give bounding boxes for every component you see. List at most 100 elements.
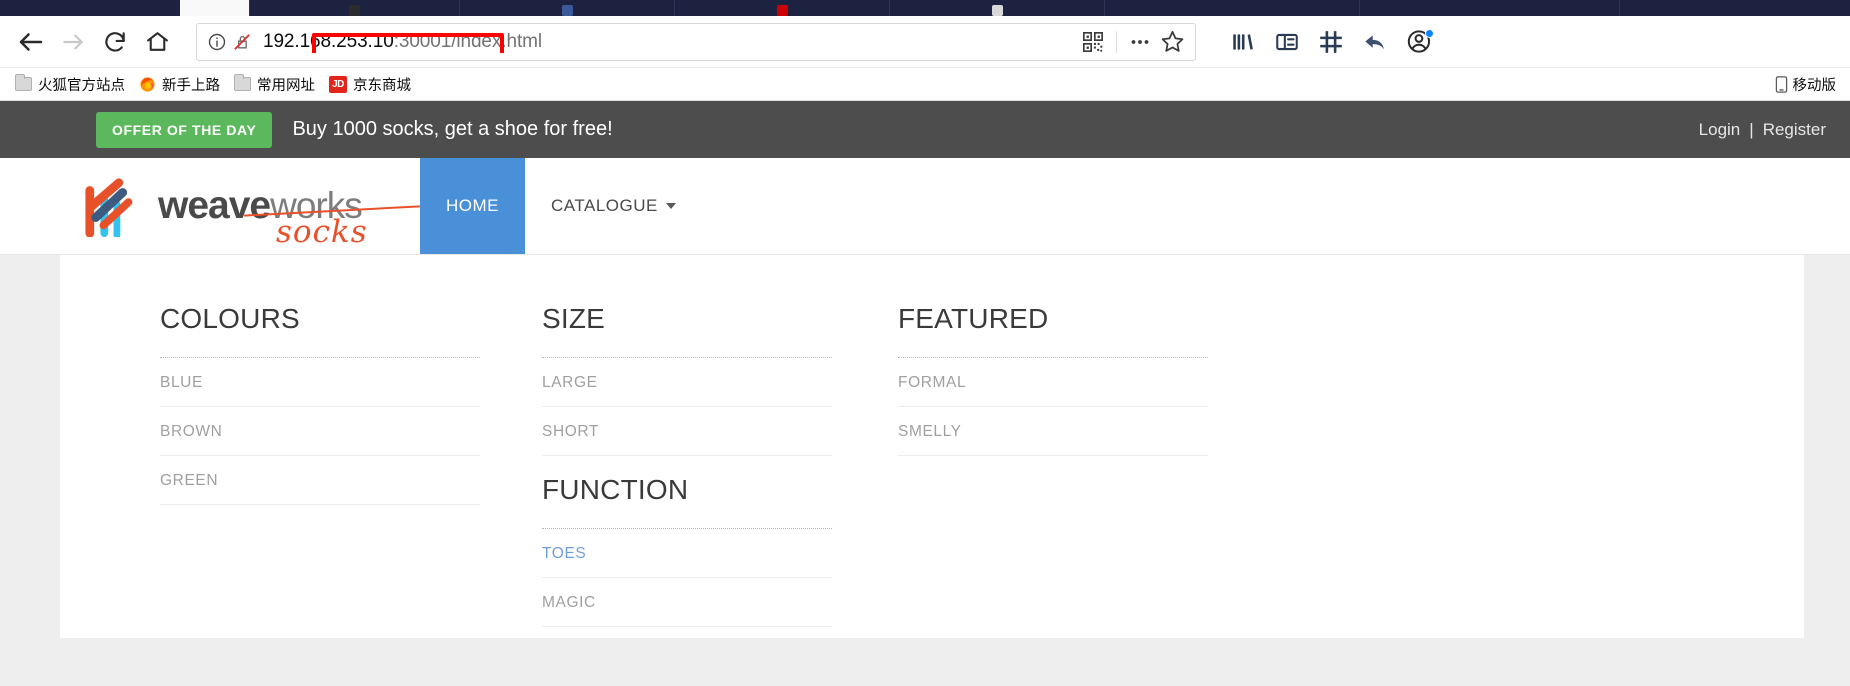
url-action-buttons [1078,27,1187,57]
firefox-icon [140,76,155,92]
chevron-down-icon [665,203,676,209]
nav-tab-catalogue[interactable]: CATALOGUE [525,158,702,254]
forward-button[interactable] [52,21,94,63]
back-button[interactable] [10,21,52,63]
browser-tab-3[interactable] [460,0,675,16]
home-icon [146,32,168,51]
browser-tab-2[interactable] [250,0,460,16]
library-icon [1233,33,1253,50]
auth-separator: | [1749,119,1754,139]
browser-toolbar: 192.168.253.10:30001/index.html [0,16,1850,68]
category-item-smelly[interactable]: SMELLY [898,407,1208,456]
bookmark-label: 常用网址 [257,77,315,94]
screenshot-icon [1320,30,1342,53]
bookmark-item-jd[interactable]: JD 京东商城 [322,71,418,98]
tab-strip-padding [0,0,180,16]
sidebar-button[interactable] [1268,23,1306,61]
browser-tab-4[interactable] [675,0,890,16]
nav-tab-home[interactable]: HOME [420,158,525,254]
bookmark-label: 火狐官方站点 [38,77,125,94]
url-port: :30001 [393,30,452,52]
bookmark-label: 新手上路 [162,77,220,94]
mobile-icon [1775,75,1787,93]
category-item-brown[interactable]: BROWN [160,407,480,456]
auth-links: Login | Register [1699,120,1826,140]
bookmark-label: 京东商城 [353,77,411,94]
bookmark-star-icon [1161,31,1183,52]
url-action-divider [1116,30,1117,53]
content-background: COLOURS BLUE BROWN GREEN SIZE LARGE SHOR… [0,255,1850,686]
web-page: OFFER OF THE DAY Buy 1000 socks, get a s… [0,101,1850,686]
category-item-large[interactable]: LARGE [542,358,832,407]
sidebar-icon [1276,33,1298,50]
register-link[interactable]: Register [1763,120,1826,140]
forward-arrow-icon [63,33,83,50]
bookmark-item-getting-started[interactable]: 新手上路 [132,71,227,98]
bookmark-item-common-sites[interactable]: 常用网址 [227,71,322,98]
category-column-colours: COLOURS BLUE BROWN GREEN [120,303,520,638]
tab-favicon-icon [991,4,1003,16]
category-item-formal[interactable]: FORMAL [898,358,1208,407]
screenshot-button[interactable] [1312,23,1350,61]
broken-lock-icon [234,33,250,50]
category-column-size: SIZE LARGE SHORT FUNCTION TOES MAGIC [502,303,872,638]
category-item-blue[interactable]: BLUE [160,358,480,407]
brand-logo[interactable]: weaveworks socks [0,158,420,254]
category-item-magic[interactable]: MAGIC [542,578,832,627]
category-item-toes[interactable]: TOES [542,529,832,578]
identity-box[interactable] [205,32,259,52]
bookmark-item-mobile[interactable]: 移动版 [1775,74,1843,95]
category-panel: COLOURS BLUE BROWN GREEN SIZE LARGE SHOR… [60,255,1804,638]
category-column-featured: FEATURED FORMAL SMELLY [858,303,1248,638]
page-actions-button[interactable] [1125,27,1155,57]
login-link[interactable]: Login [1699,120,1741,140]
brand-wordmark: weaveworks socks [158,184,420,250]
logo-socks: socks [276,214,368,250]
home-button[interactable] [136,21,178,63]
url-host: 192.168.253.10 [263,30,394,52]
url-path: /index.html [451,30,542,52]
tab-favicon-icon [776,4,788,16]
sync-back-icon [1364,35,1384,50]
url-text[interactable]: 192.168.253.10:30001/index.html [259,31,1078,53]
browser-tab-active[interactable] [180,0,250,16]
category-item-short[interactable]: SHORT [542,407,832,456]
tab-favicon-icon [349,4,360,16]
weaveworks-logo-icon [85,178,133,237]
browser-tab-7[interactable] [1360,0,1620,16]
offer-badge: OFFER OF THE DAY [96,111,273,148]
category-title-size: SIZE [542,303,832,358]
qr-code-button[interactable] [1078,27,1108,57]
bookmark-label: 移动版 [1792,77,1837,94]
toolbar-right-icons [1224,23,1438,61]
back-arrow-icon [19,32,43,51]
reload-button[interactable] [94,21,136,63]
offer-text: Buy 1000 socks, get a shoe for free! [292,118,613,140]
reload-icon [105,31,125,52]
tab-favicon-icon [561,4,573,16]
browser-tab-5[interactable] [890,0,1105,16]
category-title-function: FUNCTION [542,474,832,529]
logo-weave: weave [158,184,271,227]
page-actions-icon [1131,39,1149,44]
jd-icon: JD [329,75,347,93]
account-button[interactable] [1400,23,1438,61]
info-icon [208,33,226,50]
nav-tab-label: HOME [446,196,499,215]
category-title-colours: COLOURS [160,303,480,358]
site-header: weaveworks socks HOME CATALOGUE [0,158,1850,255]
offer-banner: OFFER OF THE DAY Buy 1000 socks, get a s… [0,101,1850,158]
category-item-green[interactable]: GREEN [160,456,480,505]
bookmark-item-firefox-official[interactable]: 火狐官方站点 [8,71,132,98]
library-button[interactable] [1224,23,1262,61]
bookmark-star-button[interactable] [1157,27,1187,57]
qr-code-icon [1083,31,1103,52]
browser-tab-6[interactable] [1105,0,1360,16]
sync-back-button[interactable] [1356,23,1394,61]
address-bar[interactable]: 192.168.253.10:30001/index.html [196,22,1196,61]
folder-icon [15,74,32,91]
folder-icon [234,74,251,91]
main-navigation: HOME CATALOGUE [420,158,702,254]
browser-tab-strip [0,0,1850,16]
category-title-featured: FEATURED [898,303,1208,358]
